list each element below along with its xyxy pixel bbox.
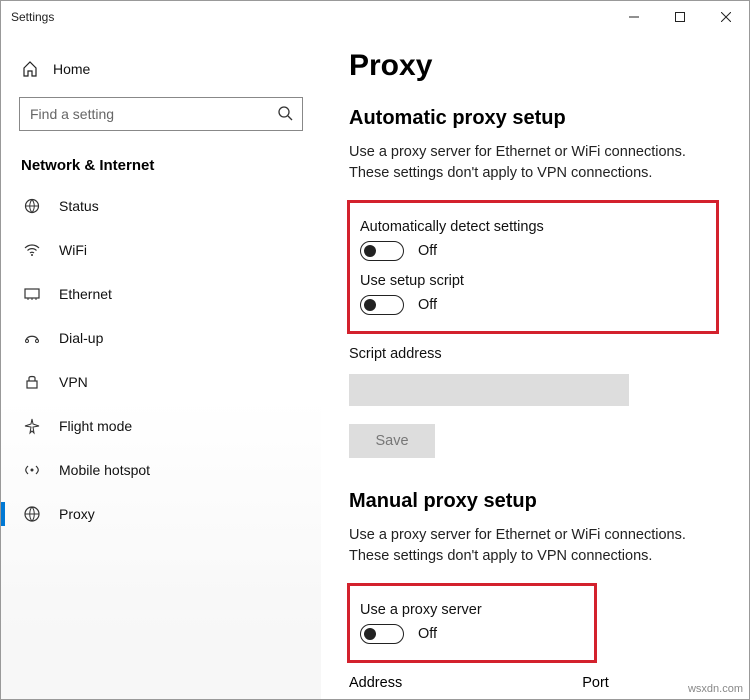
auto-detect-state: Off <box>418 243 437 259</box>
maximize-button[interactable] <box>657 1 703 33</box>
sidebar-item-status[interactable]: Status <box>1 184 321 228</box>
sidebar-item-label: Flight mode <box>59 418 132 434</box>
sidebar-item-proxy[interactable]: Proxy <box>1 492 321 536</box>
title-bar: Settings <box>1 1 749 33</box>
manual-section-heading: Manual proxy setup <box>349 490 719 513</box>
vpn-icon <box>23 373 41 391</box>
close-button[interactable] <box>703 1 749 33</box>
auto-highlight-box: Automatically detect settings Off Use se… <box>347 200 719 334</box>
search-icon <box>277 105 293 126</box>
main-panel: Proxy Automatic proxy setup Use a proxy … <box>321 33 749 699</box>
setup-script-label: Use setup script <box>360 273 704 289</box>
hotspot-icon <box>23 461 41 479</box>
home-nav[interactable]: Home <box>1 51 321 87</box>
search-input[interactable] <box>19 97 303 131</box>
home-icon <box>21 61 39 77</box>
use-proxy-label: Use a proxy server <box>360 602 582 618</box>
minimize-button[interactable] <box>611 1 657 33</box>
sidebar-item-wifi[interactable]: WiFi <box>1 228 321 272</box>
auto-section-heading: Automatic proxy setup <box>349 107 719 130</box>
dialup-icon <box>23 329 41 347</box>
sidebar-item-label: Dial-up <box>59 330 103 346</box>
script-address-input[interactable] <box>349 374 629 406</box>
sidebar-item-label: Proxy <box>59 506 95 522</box>
wifi-icon <box>23 241 41 259</box>
sidebar-item-label: Status <box>59 198 99 214</box>
window-title: Settings <box>11 10 54 24</box>
setup-script-toggle[interactable] <box>360 295 404 315</box>
watermark: wsxdn.com <box>688 683 743 695</box>
home-label: Home <box>53 61 90 77</box>
auto-section-desc: Use a proxy server for Ethernet or WiFi … <box>349 142 719 184</box>
proxy-icon <box>23 505 41 523</box>
save-button[interactable]: Save <box>349 424 435 458</box>
sidebar-item-hotspot[interactable]: Mobile hotspot <box>1 448 321 492</box>
sidebar-item-ethernet[interactable]: Ethernet <box>1 272 321 316</box>
sidebar-item-label: Ethernet <box>59 286 112 302</box>
use-proxy-state: Off <box>418 626 437 642</box>
page-title: Proxy <box>349 49 719 83</box>
setup-script-state: Off <box>418 297 437 313</box>
manual-highlight-box: Use a proxy server Off <box>347 583 597 663</box>
ethernet-icon <box>23 285 41 303</box>
sidebar-item-label: Mobile hotspot <box>59 462 150 478</box>
manual-section-desc: Use a proxy server for Ethernet or WiFi … <box>349 525 719 567</box>
sidebar-item-flightmode[interactable]: Flight mode <box>1 404 321 448</box>
sidebar-item-label: VPN <box>59 374 88 390</box>
sidebar-item-dialup[interactable]: Dial-up <box>1 316 321 360</box>
status-icon <box>23 197 41 215</box>
address-label: Address <box>349 675 402 691</box>
script-address-label: Script address <box>349 346 719 362</box>
sidebar: Home Network & Internet Status WiFi Ethe… <box>1 33 321 699</box>
auto-detect-label: Automatically detect settings <box>360 219 704 235</box>
port-label: Port <box>582 675 609 691</box>
sidebar-item-label: WiFi <box>59 242 87 258</box>
airplane-icon <box>23 417 41 435</box>
use-proxy-toggle[interactable] <box>360 624 404 644</box>
auto-detect-toggle[interactable] <box>360 241 404 261</box>
category-header: Network & Internet <box>1 145 321 184</box>
sidebar-item-vpn[interactable]: VPN <box>1 360 321 404</box>
